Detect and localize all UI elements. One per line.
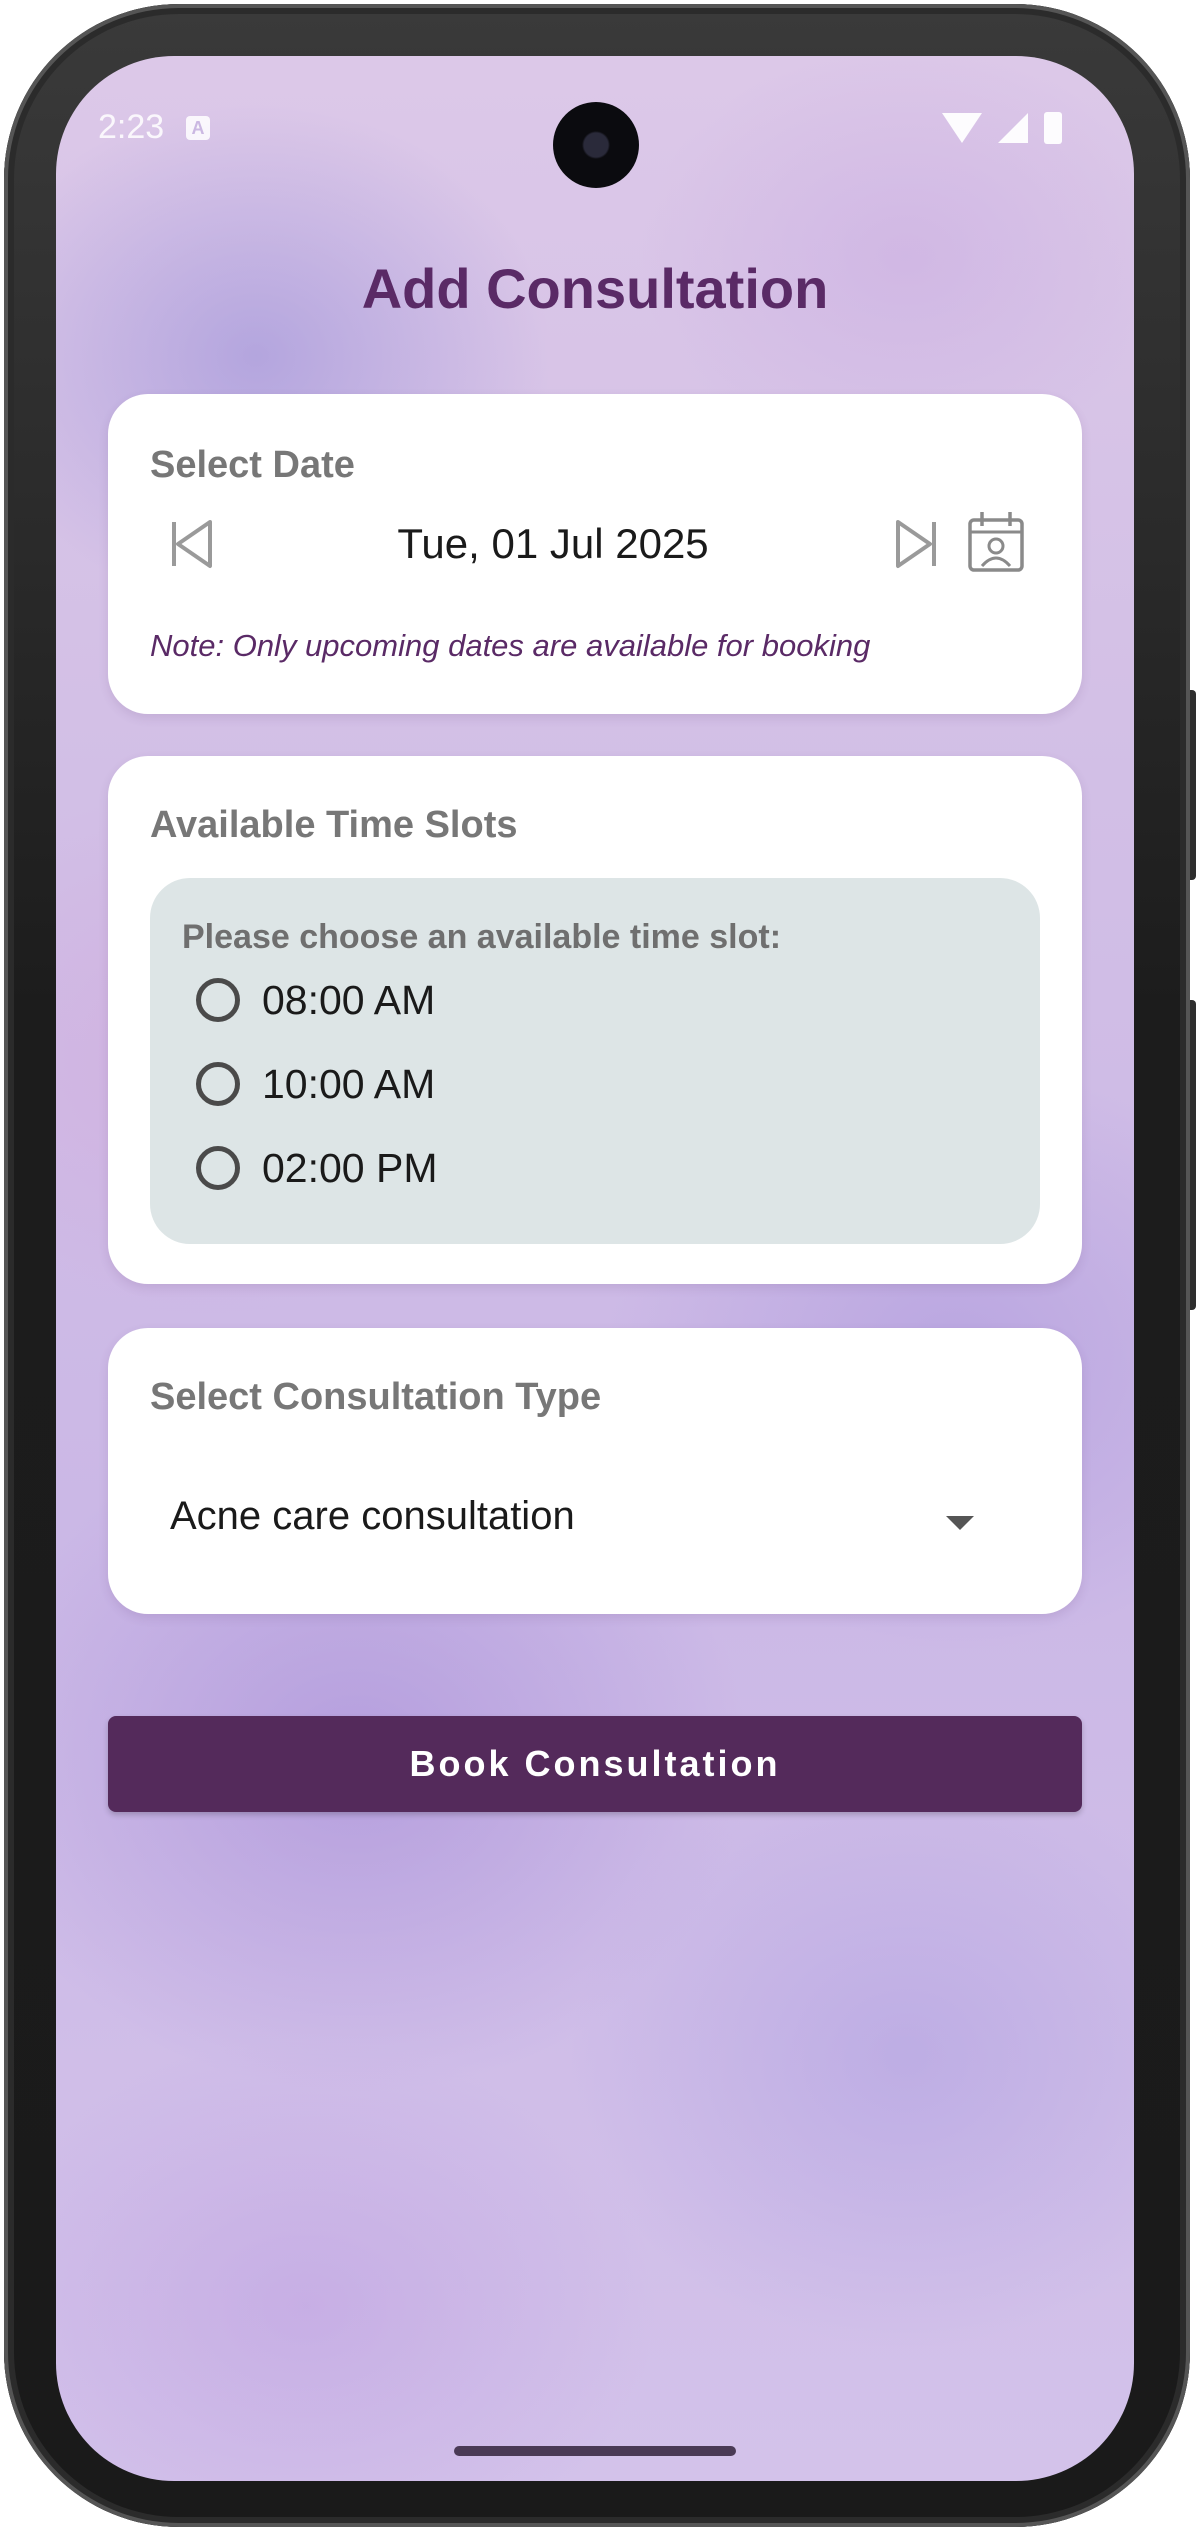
date-card-title: Select Date (150, 444, 355, 486)
book-consultation-button[interactable]: Book Consultation (108, 1716, 1082, 1812)
date-note: Note: Only upcoming dates are available … (150, 628, 871, 663)
status-icons (942, 112, 1062, 144)
time-slot-option[interactable]: 02:00 PM (196, 1138, 438, 1198)
consultation-type-dropdown[interactable]: Acne care consultation (128, 1476, 1062, 1566)
selected-date[interactable]: Tue, 01 Jul 2025 (108, 520, 998, 568)
time-slots-title: Available Time Slots (150, 804, 518, 846)
radio-button[interactable] (196, 1146, 240, 1190)
date-selector: Tue, 01 Jul 2025 (108, 504, 1082, 584)
time-slot-option[interactable]: 10:00 AM (196, 1054, 435, 1114)
time-slot-label: 10:00 AM (262, 1060, 436, 1107)
consultation-type-card: Select Consultation Type Acne care consu… (108, 1328, 1082, 1614)
page-title: Add Consultation (361, 257, 829, 320)
radio-button[interactable] (196, 1062, 240, 1106)
consultation-type-value: Acne care consultation (170, 1494, 575, 1538)
home-indicator[interactable] (454, 2446, 736, 2456)
time-slot-option[interactable]: 08:00 AM (196, 970, 435, 1030)
time-slots-card: Available Time Slots Please choose an av… (108, 756, 1082, 1284)
notification-icon: A (186, 116, 210, 140)
status-time: 2:23 (98, 108, 165, 146)
time-slot-label: 02:00 PM (262, 1144, 438, 1191)
app-screen: 2:23 A Add Consultation Select Date Tue,… (56, 56, 1134, 2481)
signal-icon (998, 113, 1028, 143)
date-card: Select Date Tue, 01 Jul 2025 Note: Only … (108, 394, 1082, 714)
calendar-icon[interactable] (966, 510, 1026, 574)
time-slot-group: Please choose an available time slot: 08… (150, 878, 1040, 1244)
time-slot-prompt: Please choose an available time slot: (182, 918, 782, 956)
phone-device: 2:23 A Add Consultation Select Date Tue,… (0, 0, 1198, 2531)
time-slot-label: 08:00 AM (262, 976, 436, 1023)
battery-icon (1044, 112, 1062, 144)
skip-next-icon[interactable] (888, 516, 944, 572)
wifi-icon (942, 113, 982, 143)
front-camera (553, 102, 639, 188)
consultation-type-title: Select Consultation Type (150, 1376, 602, 1418)
dropdown-arrow-icon (946, 1516, 974, 1530)
radio-button[interactable] (196, 978, 240, 1022)
